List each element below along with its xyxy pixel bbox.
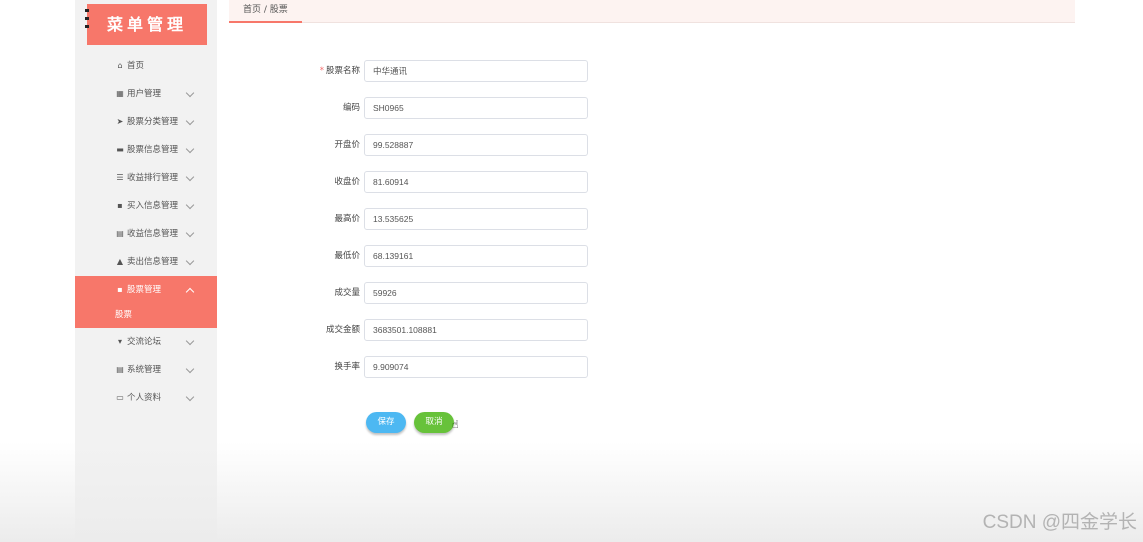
sidebar-item[interactable]: ▪ 股票管理 [75,276,217,304]
sidebar-item[interactable]: ▾ 交流论坛 [75,328,217,356]
field-label-text: 最高价 [334,214,360,224]
text-input[interactable]: 中华通讯 [364,60,588,82]
text-input[interactable]: 59926 [364,282,588,304]
calendar-icon: ▭ [116,393,124,402]
list-icon: ☰ [116,173,124,182]
document-icon: ▤ [116,229,124,238]
sidebar-item[interactable]: ▤ 收益信息管理 [75,220,217,248]
sidebar-item-label: 系统管理 [127,365,162,375]
field-label-text: 编码 [342,103,360,113]
field-label: 成交量 [290,282,360,304]
sidebar: 菜单管理 ⌂ 首页 ▦ 用户管理 ➤ 股票分类管理 ▬ 股票信息管理 ☰ 收益排行管理 ▪ 买入信息管… [75,0,217,542]
sidebar-item[interactable]: ▤ 系统管理 [75,356,217,384]
comment-icon: ▾ [117,337,122,346]
sidebar-item-label: 首页 [127,61,145,71]
field-label-text: 成交量 [334,288,360,298]
field-label: * 股票名称 [290,60,360,82]
field-label: 收盘价 [290,171,360,193]
chevron-down-icon [185,200,195,210]
field-label-text: 开盘价 [334,140,360,150]
logo: 菜单管理 [85,4,207,45]
field-label-text: 成交金额 [325,325,360,335]
sidebar-item[interactable]: ⌂ 首页 [75,52,217,80]
chevron-down-icon [185,88,195,98]
chevron-down-icon [185,392,195,402]
text-input[interactable]: 99.528887 [364,134,588,156]
sidebar-item-label: 收益信息管理 [127,229,179,239]
field-label: 编码 [290,97,360,119]
chevron-up-icon [185,287,195,297]
chevron-down-icon [185,172,195,182]
chat-icon: ▬ [116,145,124,154]
chevron-down-icon [185,228,195,238]
field-label-text: 最低价 [334,251,360,261]
chevron-down-icon [185,144,195,154]
sidebar-item-label: 交流论坛 [127,337,162,347]
document-icon: ▤ [116,365,124,374]
field-label-text: 换手率 [334,362,360,372]
sidebar-item-label: 用户管理 [127,89,162,99]
text-input[interactable]: 9.909074 [364,356,588,378]
text-input[interactable]: 13.535625 [364,208,588,230]
mouse-cursor-icon: ☝ [452,418,459,431]
sidebar-item[interactable]: ▬ 股票信息管理 [75,136,217,164]
watermark: CSDN @四金学长 [982,512,1137,533]
top-bar: 首页 / 股票 [229,0,1075,23]
sidebar-item[interactable]: ➤ 股票分类管理 [75,108,217,136]
sidebar-subitem[interactable]: 股票 [75,304,217,328]
grid-icon: ▦ [116,89,124,98]
apps-icon: ▪ [117,285,123,294]
user-icon: ▲ [116,257,124,266]
sidebar-menu: ⌂ 首页 ▦ 用户管理 ➤ 股票分类管理 ▬ 股票信息管理 ☰ 收益排行管理 ▪ 买入信息管理 ▤ 收益信… [75,52,217,412]
field-label: 成交金额 [290,319,360,341]
sidebar-item[interactable]: ☰ 收益排行管理 [75,164,217,192]
apps-icon: ▪ [117,201,123,210]
text-input[interactable]: SH0965 [364,97,588,119]
field-label: 最高价 [290,208,360,230]
sidebar-item[interactable]: ▲ 卖出信息管理 [75,248,217,276]
field-label-text: 股票名称 [325,66,360,76]
required-mark: * [319,66,324,76]
text-input[interactable]: 81.60914 [364,171,588,193]
sidebar-item-label: 收益排行管理 [127,173,179,183]
send-icon: ➤ [116,117,124,126]
text-input[interactable]: 68.139161 [364,245,588,267]
sidebar-item[interactable]: ▦ 用户管理 [75,80,217,108]
text-input[interactable]: 3683501.108881 [364,319,588,341]
sidebar-item-label: 个人资料 [127,393,162,403]
field-label: 开盘价 [290,134,360,156]
sidebar-item[interactable]: ▭ 个人资料 [75,384,217,412]
chevron-down-icon [185,116,195,126]
sidebar-item-label: 股票信息管理 [127,145,179,155]
chevron-down-icon [185,364,195,374]
home-icon: ⌂ [117,61,123,70]
sidebar-item-label: 股票分类管理 [127,117,179,127]
cancel-button[interactable]: 取消 [414,412,454,433]
sidebar-item-label: 买入信息管理 [127,201,179,211]
sidebar-item[interactable]: ▪ 买入信息管理 [75,192,217,220]
field-label-text: 收盘价 [334,177,360,187]
field-label: 最低价 [290,245,360,267]
field-label: 换手率 [290,356,360,378]
logo-text: 菜单管理 [106,15,187,34]
chevron-down-icon [185,336,195,346]
chevron-down-icon [185,256,195,266]
sidebar-item-label: 卖出信息管理 [127,257,179,267]
sidebar-item-label: 股票管理 [127,285,162,295]
logo-dots [85,9,89,33]
save-button[interactable]: 保存 [366,412,406,433]
breadcrumb[interactable]: 首页 / 股票 [229,0,302,23]
